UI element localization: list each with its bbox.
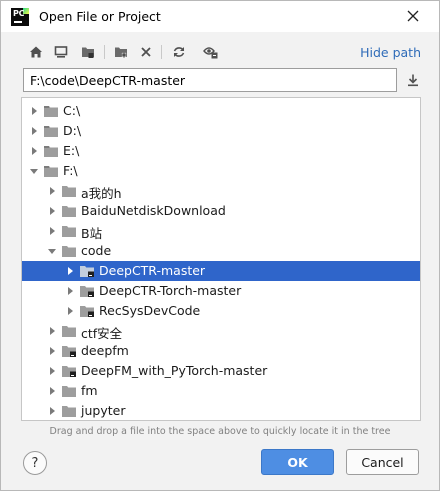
drive-icon [43,144,59,158]
chevron-right-icon[interactable] [29,146,39,156]
tree-row-label: DeepFM_with_PyTorch-master [81,363,268,378]
help-button[interactable]: ? [23,451,47,475]
drive-icon [43,164,59,178]
title-bar: PC Open File or Project [1,1,439,32]
home-icon[interactable] [26,42,46,62]
tree-row-label: code [81,243,112,258]
chevron-right-icon[interactable] [65,266,75,276]
folder-icon [61,404,77,418]
tree-row[interactable]: jupyter [22,401,420,420]
tree-row-label: RecSysDevCode [99,303,201,318]
project-folder-icon [79,264,95,278]
folder-icon [61,324,77,338]
new-folder-icon[interactable] [111,42,131,62]
show-hidden-icon[interactable] [201,42,221,62]
tree-row-label: a我的h [81,186,122,201]
tree-row[interactable]: D:\ [22,121,420,141]
chevron-right-icon[interactable] [47,186,57,196]
project-folder-icon [61,344,77,358]
chevron-down-icon[interactable] [47,246,57,256]
open-file-dialog: PC Open File or Project Hide path F:\cod… [0,0,440,491]
tree-row[interactable]: ctf安全 [22,321,420,341]
drive-icon [43,104,59,118]
drag-drop-hint: Drag and drop a file into the space abov… [49,426,391,437]
tree-row[interactable]: DeepCTR-master [22,261,420,281]
tree-row-label: D:\ [63,123,82,138]
toolbar-separator [161,45,162,59]
folder-icon [61,244,77,258]
tree-row[interactable]: E:\ [22,141,420,161]
tree-row-label: fm [81,383,98,398]
chevron-down-icon[interactable] [29,166,39,176]
drive-icon [43,124,59,138]
dialog-title: Open File or Project [39,9,161,24]
chevron-right-icon[interactable] [47,366,57,376]
hide-path-link[interactable]: Hide path [360,45,421,60]
chevron-right-icon[interactable] [47,386,57,396]
tree-row[interactable]: RecSysDevCode [22,301,420,321]
chevron-right-icon[interactable] [29,106,39,116]
folder-icon [61,384,77,398]
tree-row-label: jupyter [81,403,126,418]
tree-row[interactable]: B站 [22,221,420,241]
folder-icon [61,204,77,218]
tree-row-label: C:\ [63,103,81,118]
cancel-button[interactable]: Cancel [346,449,419,475]
chevron-right-icon[interactable] [47,326,57,336]
project-folder-icon [79,284,95,298]
tree-row-label: BaiduNetdiskDownload [81,203,226,218]
project-folder-icon [79,304,95,318]
download-icon[interactable] [404,71,422,89]
chevron-right-icon[interactable] [47,206,57,216]
ok-button[interactable]: OK [261,449,334,475]
chevron-right-icon[interactable] [47,226,57,236]
chevron-right-icon[interactable] [47,406,57,416]
tree-row[interactable]: C:\ [22,101,420,121]
chevron-right-icon[interactable] [65,286,75,296]
folder-icon [61,184,77,198]
project-folder-icon[interactable] [78,42,98,62]
folder-icon [61,224,77,238]
close-icon[interactable] [405,8,421,24]
chevron-right-icon[interactable] [47,346,57,356]
tree-row-label: E:\ [63,143,80,158]
tree-row-label: DeepCTR-Torch-master [99,283,242,298]
delete-icon[interactable] [136,42,156,62]
toolbar-separator [104,45,105,59]
tree-row-label: ctf安全 [81,326,123,341]
chevron-right-icon[interactable] [65,306,75,316]
tree-row[interactable]: code [22,241,420,261]
tree-row[interactable]: deepfm [22,341,420,361]
file-tree[interactable]: C:\ D:\ E:\ F:\ a我的h BaiduNetdiskDownload B站 co… [21,97,421,421]
project-folder-icon [61,364,77,378]
path-field[interactable] [23,68,397,92]
tree-row-label: B站 [81,226,103,241]
desktop-icon[interactable] [51,42,71,62]
chevron-right-icon[interactable] [29,126,39,136]
tree-row-label: F:\ [63,163,78,178]
pycharm-logo-icon: PC [11,8,29,26]
refresh-icon[interactable] [169,42,189,62]
tree-row[interactable]: DeepFM_with_PyTorch-master [22,361,420,381]
tree-row[interactable]: BaiduNetdiskDownload [22,201,420,221]
tree-row[interactable]: DeepCTR-Torch-master [22,281,420,301]
tree-row[interactable]: F:\ [22,161,420,181]
tree-row-label: deepfm [81,343,129,358]
tree-row[interactable]: fm [22,381,420,401]
tree-row[interactable]: a我的h [22,181,420,201]
tree-row-label: DeepCTR-master [99,263,206,278]
toolbar: Hide path [1,39,439,65]
